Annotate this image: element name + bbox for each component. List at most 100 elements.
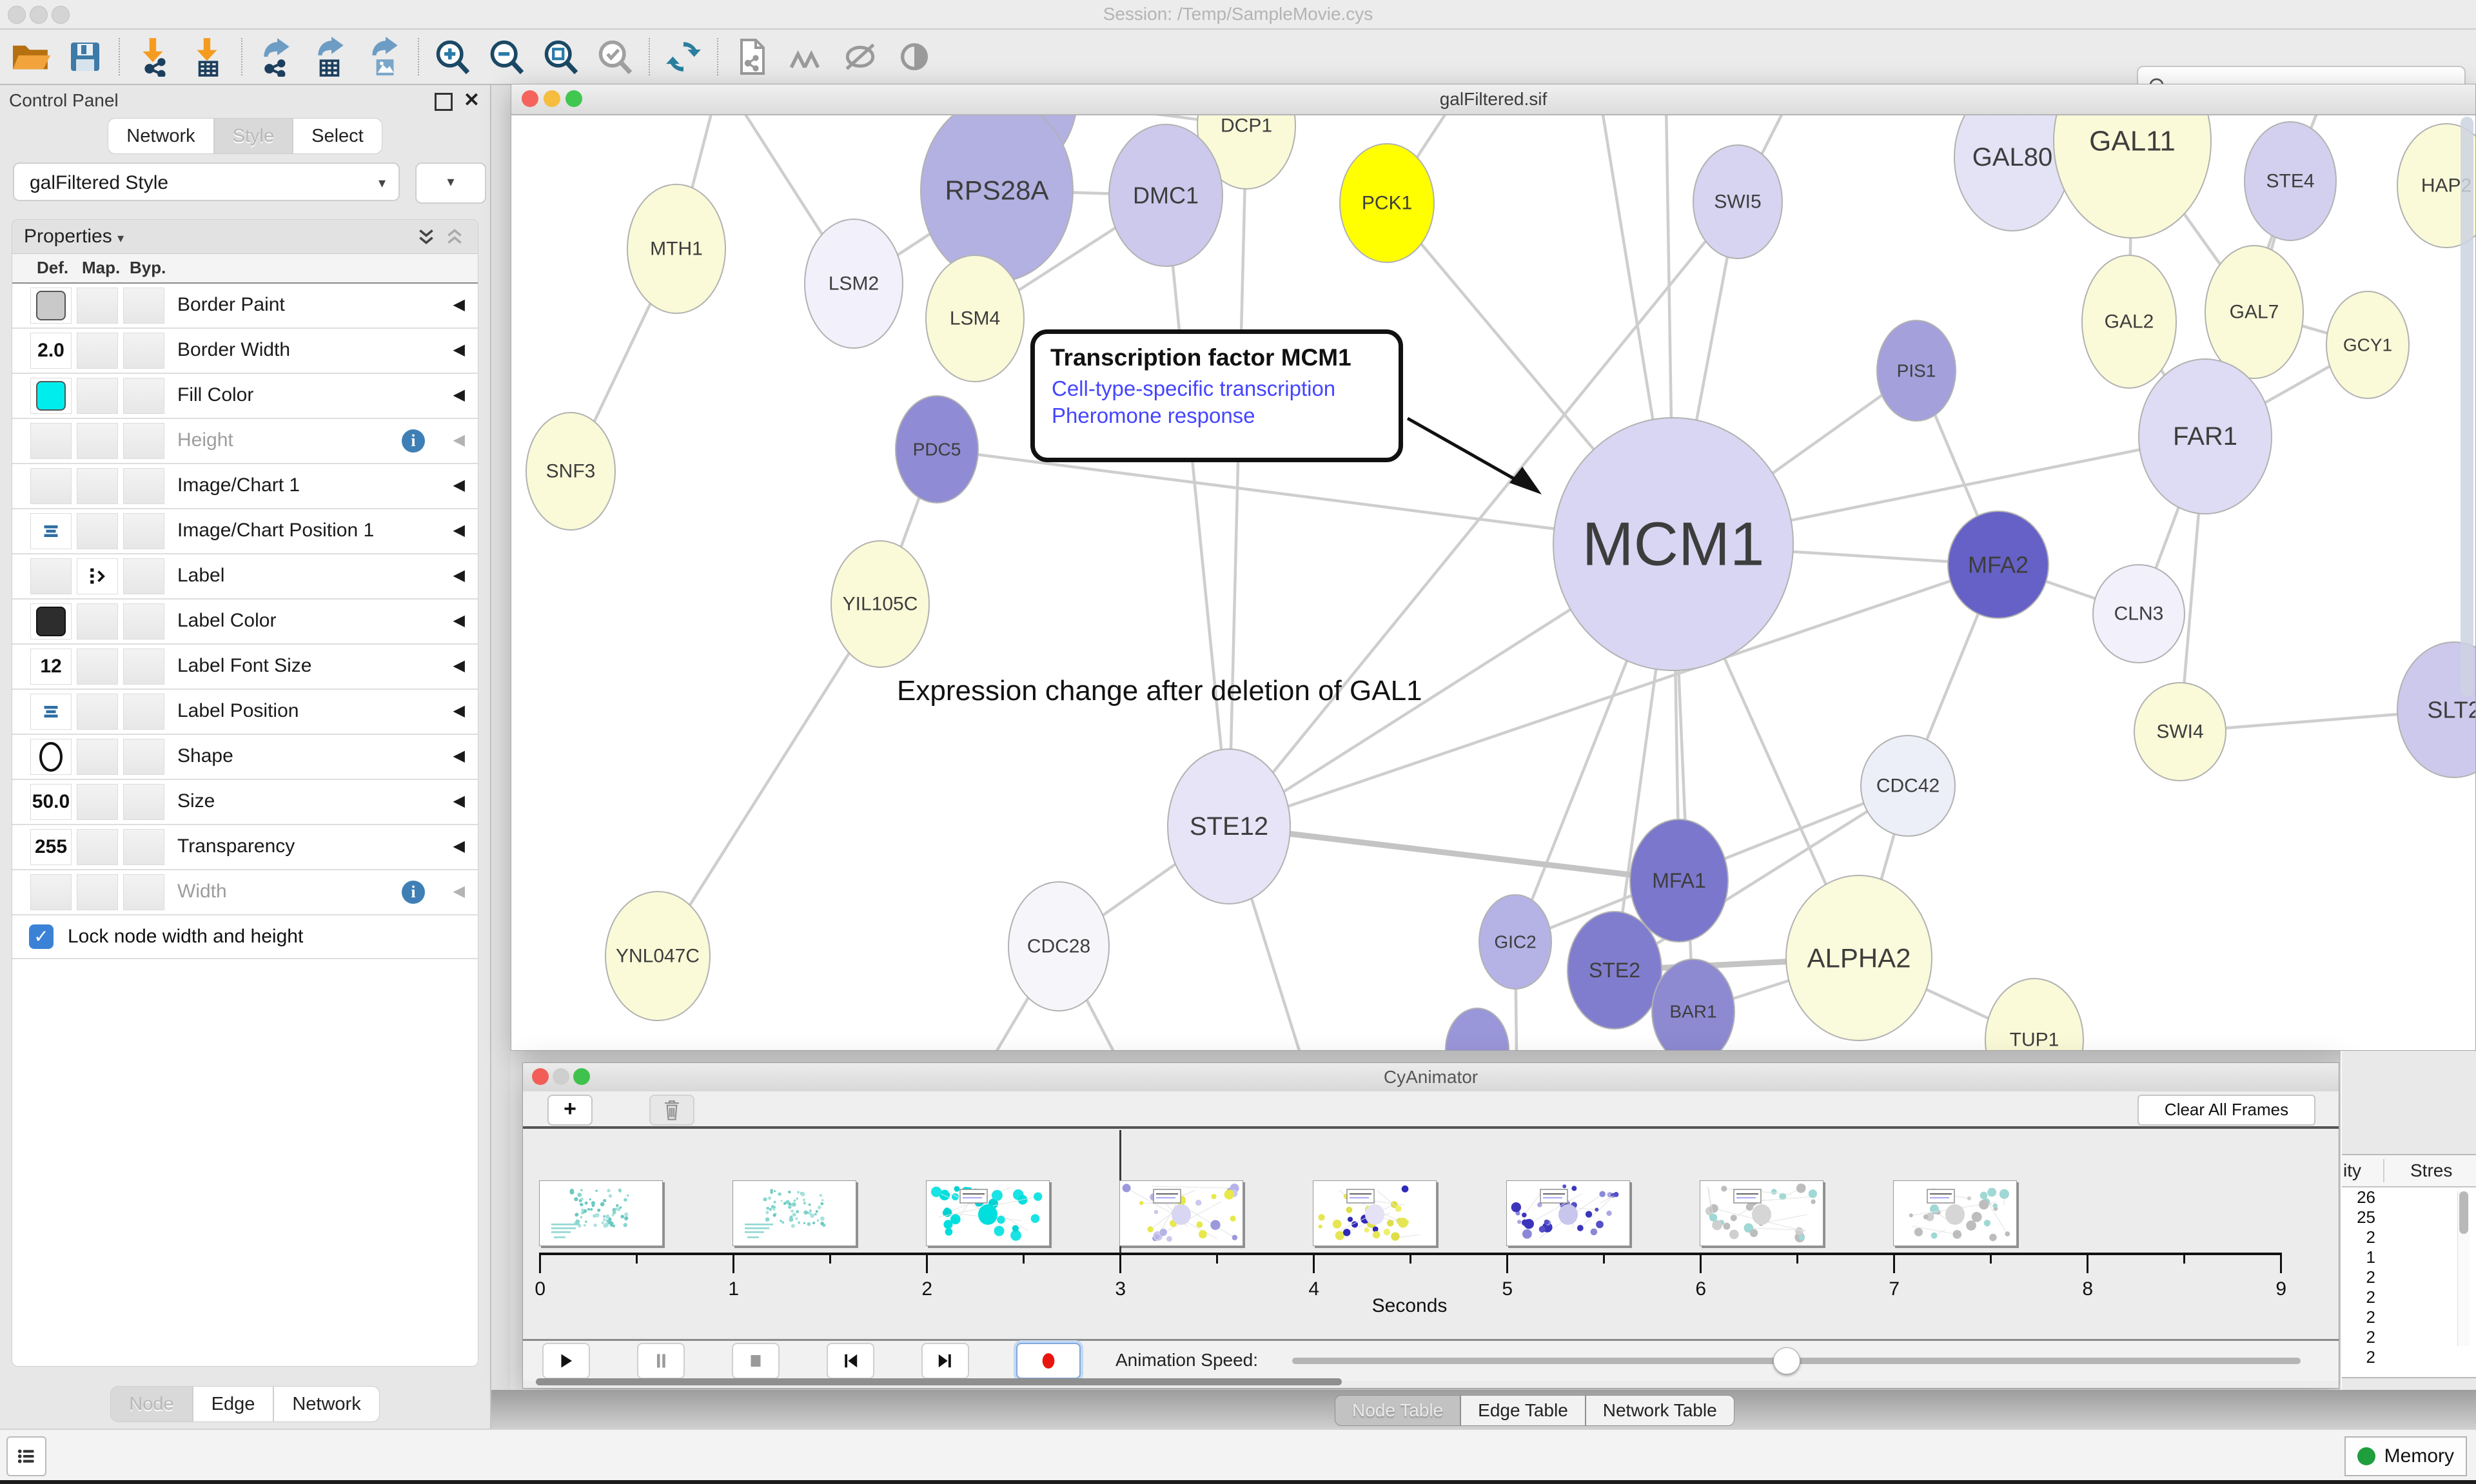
skip-to-start-button[interactable]: [827, 1343, 874, 1379]
pause-button[interactable]: [637, 1343, 685, 1379]
zoom-selected-icon[interactable]: [588, 33, 642, 81]
style-options-button[interactable]: ▾: [415, 162, 486, 204]
delete-frame-button[interactable]: [649, 1095, 694, 1126]
property-row-image-chart-position-1[interactable]: Image/Chart Position 1◀: [12, 509, 478, 554]
mapping-cell[interactable]: [77, 468, 118, 504]
tab-network-table[interactable]: Network Table: [1586, 1395, 1734, 1426]
hide-selected-icon[interactable]: [833, 33, 887, 81]
import-network-icon[interactable]: [126, 33, 181, 81]
export-table-icon[interactable]: [303, 33, 357, 81]
tab-network-style[interactable]: Network: [273, 1386, 379, 1422]
network-canvas[interactable]: DCP1DMC1RPS28APCK1SWI5GAL80GAL11STE4HAP2…: [511, 115, 2475, 1050]
play-button[interactable]: [542, 1343, 590, 1379]
timeline-frame-3[interactable]: [1119, 1180, 1243, 1246]
annotation-box[interactable]: Transcription factor MCM1 Cell-type-spec…: [1030, 329, 1403, 462]
info-icon[interactable]: i: [402, 881, 425, 904]
table-row[interactable]: 2: [2342, 1287, 2375, 1307]
table-vertical-scrollbar[interactable]: [2457, 1191, 2470, 1346]
cyanimator-titlebar[interactable]: CyAnimator: [523, 1063, 2339, 1092]
table-row[interactable]: 1: [2342, 1247, 2375, 1267]
bypass-cell[interactable]: [123, 378, 164, 414]
bypass-cell[interactable]: [123, 558, 164, 594]
skip-to-end-button[interactable]: [921, 1343, 969, 1379]
bypass-cell[interactable]: [123, 333, 164, 369]
mapping-cell[interactable]: [77, 829, 118, 865]
table-row[interactable]: 2: [2342, 1267, 2375, 1287]
mapping-cell[interactable]: [77, 694, 118, 730]
collapse-arrow-icon[interactable]: ◀: [453, 295, 465, 314]
stop-button[interactable]: [732, 1343, 780, 1379]
collapse-arrow-icon[interactable]: ◀: [453, 611, 465, 630]
collapse-arrow-icon[interactable]: ◀: [453, 882, 465, 901]
property-row-shape[interactable]: Shape◀: [12, 735, 478, 780]
default-value-cell[interactable]: [30, 378, 72, 414]
mapping-cell[interactable]: [77, 649, 118, 685]
table-row[interactable]: 2: [2342, 1327, 2375, 1347]
default-value-cell[interactable]: 50.0: [30, 784, 72, 820]
default-value-cell[interactable]: [30, 874, 72, 910]
zoom-in-icon[interactable]: [426, 33, 480, 81]
table-row[interactable]: 26: [2342, 1187, 2375, 1207]
mapping-cell[interactable]: [77, 378, 118, 414]
property-row-fill-color[interactable]: Fill Color◀: [12, 374, 478, 419]
mapping-cell[interactable]: [77, 603, 118, 639]
collapse-arrow-icon[interactable]: ◀: [453, 747, 465, 765]
property-row-border-width[interactable]: 2.0Border Width◀: [12, 329, 478, 374]
memory-button[interactable]: Memory: [2344, 1436, 2467, 1476]
network-node-nSmall[interactable]: [1446, 1008, 1509, 1050]
default-value-cell[interactable]: [30, 423, 72, 459]
property-row-label-color[interactable]: Label Color◀: [12, 600, 478, 645]
collapse-arrow-icon[interactable]: ◀: [453, 340, 465, 359]
table-row[interactable]: 25: [2342, 1207, 2375, 1227]
bypass-cell[interactable]: [123, 739, 164, 775]
timeline-frame-7[interactable]: [1893, 1180, 2017, 1246]
info-icon[interactable]: i: [402, 429, 425, 453]
export-network-icon[interactable]: [249, 33, 303, 81]
collapse-arrow-icon[interactable]: ◀: [453, 476, 465, 494]
column-header[interactable]: ity: [2343, 1160, 2361, 1181]
slider-thumb[interactable]: [1773, 1347, 1800, 1374]
default-value-cell[interactable]: [30, 558, 72, 594]
timeline-frame-2[interactable]: [926, 1180, 1050, 1246]
property-row-border-paint[interactable]: Border Paint◀: [12, 284, 478, 329]
collapse-all-icon[interactable]: [444, 226, 465, 250]
mapping-cell[interactable]: [77, 423, 118, 459]
bypass-cell[interactable]: [123, 513, 164, 549]
property-row-width[interactable]: Widthi◀: [12, 870, 478, 915]
bypass-cell[interactable]: [123, 649, 164, 685]
default-value-cell[interactable]: [30, 694, 72, 730]
property-row-label-position[interactable]: Label Position◀: [12, 690, 478, 735]
expand-all-icon[interactable]: [416, 226, 437, 250]
default-value-cell[interactable]: [30, 288, 72, 324]
bypass-cell[interactable]: [123, 874, 164, 910]
add-frame-button[interactable]: +: [547, 1095, 593, 1126]
mapping-cell[interactable]: [77, 784, 118, 820]
tab-edge[interactable]: Edge: [193, 1386, 274, 1422]
close-panel-icon[interactable]: ✕: [464, 89, 480, 112]
import-table-icon[interactable]: [181, 33, 235, 81]
refresh-icon[interactable]: [656, 33, 711, 81]
property-row-label[interactable]: Label◀: [12, 554, 478, 600]
bypass-cell[interactable]: [123, 423, 164, 459]
collapse-arrow-icon[interactable]: ◀: [453, 566, 465, 585]
default-value-cell[interactable]: [30, 468, 72, 504]
save-icon[interactable]: [58, 33, 112, 81]
task-history-button[interactable]: [6, 1436, 46, 1476]
column-header[interactable]: Stres: [2410, 1160, 2452, 1181]
bypass-cell[interactable]: [123, 468, 164, 504]
mapping-cell[interactable]: [77, 739, 118, 775]
collapse-arrow-icon[interactable]: ◀: [453, 386, 465, 404]
property-row-image-chart-1[interactable]: Image/Chart 1◀: [12, 464, 478, 509]
tab-select[interactable]: Select: [293, 118, 382, 154]
bypass-cell[interactable]: [123, 784, 164, 820]
annotations-icon[interactable]: [779, 33, 833, 81]
network-file-icon[interactable]: [725, 33, 779, 81]
properties-title[interactable]: Properties ▾: [24, 226, 124, 248]
clear-all-frames-button[interactable]: Clear All Frames: [2137, 1095, 2315, 1126]
bypass-cell[interactable]: [123, 694, 164, 730]
mapping-cell[interactable]: [77, 558, 118, 594]
timeline-frame-0[interactable]: [539, 1180, 663, 1246]
zoom-fit-icon[interactable]: [534, 33, 588, 81]
record-button[interactable]: [1016, 1343, 1081, 1379]
mapping-cell[interactable]: [77, 288, 118, 324]
